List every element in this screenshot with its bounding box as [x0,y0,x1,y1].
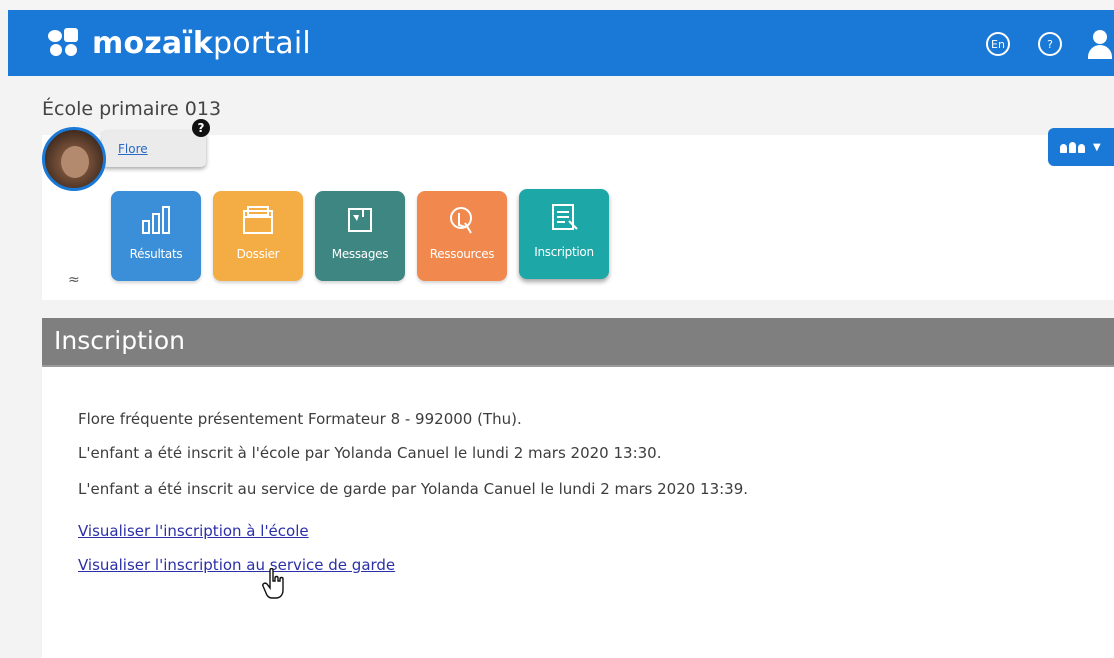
student-avatar[interactable] [42,127,106,191]
tile-dossier[interactable]: Dossier [213,191,303,281]
bar-chart-icon [142,206,170,234]
user-profile-icon[interactable] [1086,30,1114,60]
collapse-tiles-button[interactable]: ≈ [68,272,80,288]
tile-resultats-label: Résultats [129,247,183,261]
student-name-link[interactable]: Flore [118,142,148,156]
form-icon [552,204,578,230]
tile-messages-label: Messages [331,247,389,261]
tile-ressources[interactable]: Ressources [417,191,507,281]
info-line-school-registration: L'enfant a été inscrit à l'école par Yol… [78,444,662,462]
tile-inscription-label: Inscription [534,245,594,259]
info-line-current-school: Flore fréquente présentement Formateur 8… [78,410,522,428]
logo-text: mozaïkportail [92,26,311,61]
section-header: Inscription [42,318,1114,367]
view-daycare-registration-link[interactable]: Visualiser l'inscription au service de g… [78,556,395,574]
tile-inscription[interactable]: Inscription [519,189,609,279]
message-icon [348,208,372,232]
school-name: École primaire 013 [42,98,222,120]
info-line-daycare-registration: L'enfant a été inscrit au service de gar… [78,480,749,498]
window-top-edge [0,0,1114,10]
tile-resultats[interactable]: Résultats [111,191,201,281]
logo-text-bold: mozaïk [92,25,214,61]
help-button[interactable]: ? [1038,32,1062,56]
tile-ressources-label: Ressources [429,247,495,261]
language-button[interactable]: En [986,32,1010,56]
tile-messages[interactable]: Messages [315,191,405,281]
view-school-registration-link[interactable]: Visualiser l'inscription à l'école [78,522,309,540]
hand-pointer-icon [262,568,284,599]
section-title: Inscription [54,326,185,355]
folder-icon [243,206,273,234]
top-navigation-bar: mozaïkportail En ? [8,10,1114,76]
resources-icon [450,207,472,234]
student-help-badge[interactable]: ? [192,119,210,137]
tile-dossier-label: Dossier [236,247,280,261]
logo-mark-icon [48,28,82,58]
logo-text-light: portail [213,25,311,61]
chevron-down-icon: ▼ [1093,141,1101,153]
group-switch-button[interactable]: ▼ [1048,128,1114,166]
mozaik-portail-logo[interactable]: mozaïkportail [48,26,311,61]
group-people-icon [1060,138,1087,157]
